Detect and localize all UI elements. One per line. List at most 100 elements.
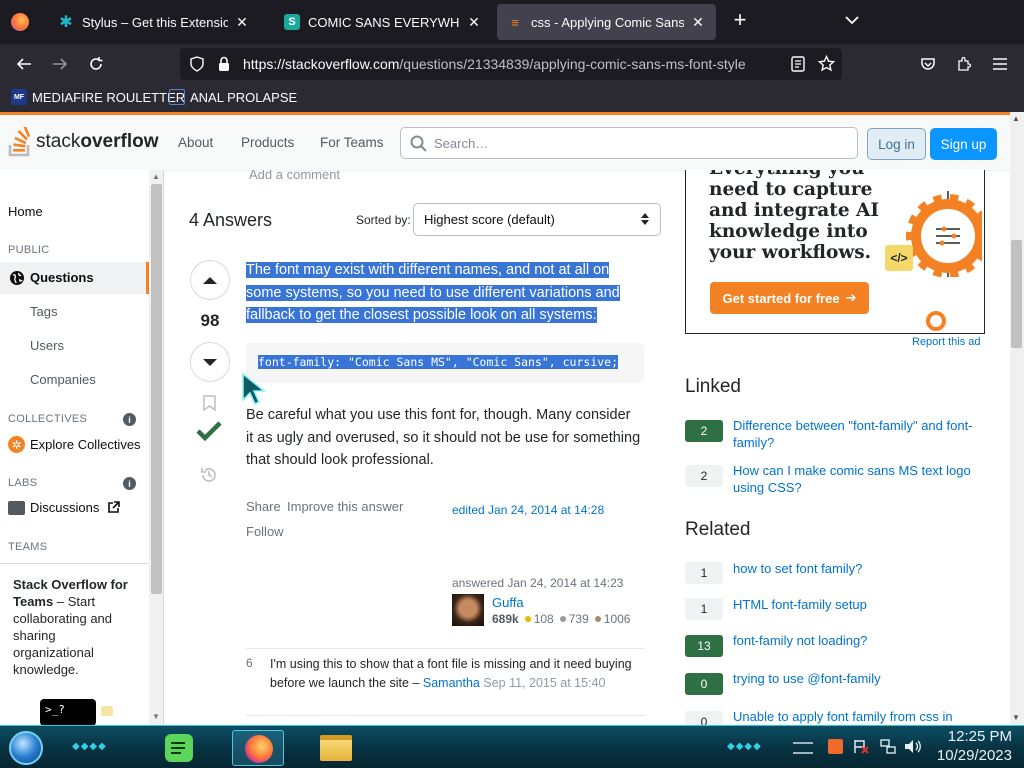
section-labs: LABS [8,477,38,489]
url-text[interactable]: https://stackoverflow.com/questions/2133… [243,56,746,72]
extensions-puzzle-icon[interactable] [952,52,976,76]
search-input[interactable]: Search… [400,127,858,159]
avatar[interactable] [452,594,484,626]
linked-score-badge: 2 [685,420,723,442]
speech-bubble-icon [101,706,113,716]
related-heading: Related [685,519,751,540]
improve-answer-link[interactable]: Improve this answer [287,499,403,514]
close-tab-icon[interactable]: ✕ [690,14,706,31]
firefox-icon [245,735,273,763]
url-host: https://stackoverflow.com [243,56,400,72]
tray-flag-icon[interactable] [853,739,869,754]
reload-icon[interactable] [84,52,108,76]
stackoverflow-logo-icon [8,127,31,157]
share-link[interactable]: Share [246,499,281,514]
ad-headline-line: Everything you [709,170,865,179]
close-tab-icon[interactable]: ✕ [234,14,250,31]
page-scrollbar-thumb[interactable] [1011,240,1022,348]
sort-select[interactable]: Highest score (default) [413,203,661,236]
stackoverflow-logo[interactable]: stackoverflow [8,127,158,157]
sign-up-button[interactable]: Sign up [930,128,997,160]
tray-orange-app-icon[interactable] [828,739,843,754]
browser-navigation-bar: https://stackoverflow.com/questions/2133… [0,44,1024,84]
logo-text-light: stack [36,131,81,152]
teams-promo: Stack Overflow for Teams – Start collabo… [0,563,149,725]
collectives-info-icon[interactable]: i [123,413,136,426]
hamburger-menu-icon[interactable] [988,52,1012,76]
related-question-link[interactable]: Unable to apply font family from css in [733,708,983,725]
nav-users[interactable]: Users [30,338,64,353]
nav-discussions[interactable]: Discussions [8,500,121,515]
scroll-up-arrow-icon[interactable]: ▲ [152,172,160,181]
page-scroll-up-icon[interactable]: ▲ [1012,114,1020,123]
log-in-button[interactable]: Log in [867,128,926,160]
labs-info-icon[interactable]: i [123,477,136,490]
comment-user-link[interactable]: Samantha [423,676,480,690]
upvote-button[interactable] [190,260,230,300]
system-clock[interactable]: 12:25 PM 10/29/2023 [937,727,1012,765]
list-all-tabs-icon[interactable] [845,12,859,28]
related-score-badge: 1 [685,562,723,584]
address-bar[interactable]: https://stackoverflow.com/questions/2133… [180,48,842,80]
tray-network-icon[interactable] [880,739,896,754]
bookmark-anal-prolapse[interactable]: ANAL PROLAPSE [169,89,297,105]
downvote-button[interactable] [190,342,230,382]
tab-stylus[interactable]: ✱ Stylus – Get this Extension for ✕ [48,4,260,40]
related-score-badge: 13 [685,635,723,657]
taskbar-app-notes-icon[interactable] [165,734,193,762]
follow-link[interactable]: Follow [246,524,284,539]
nav-explore-collectives[interactable]: ✲ Explore Collectives [8,436,141,453]
taskbar-file-explorer-icon[interactable] [320,735,352,761]
user-name-link[interactable]: Guffa [492,595,524,610]
related-question-link[interactable]: font-family not loading? [733,632,983,649]
nav-companies[interactable]: Companies [30,372,96,387]
page-scroll-down-icon[interactable]: ▼ [1012,713,1020,722]
start-orb-icon[interactable] [9,731,43,765]
linked-question-link[interactable]: Difference between "font-family" and fon… [733,417,983,451]
tab-stackoverflow[interactable]: ≡ css - Applying Comic Sans Ms ✕ [497,4,716,40]
tray-volume-icon[interactable] [904,739,922,754]
scroll-down-arrow-icon[interactable]: ▼ [152,712,160,721]
report-ad-link[interactable]: Report this ad [912,336,980,348]
nav-for-teams[interactable]: For Teams [320,135,384,150]
forward-arrow-icon[interactable] [48,52,72,76]
taskbar-deco-icon: ◆◆◆◆ [727,741,762,752]
tab-comic-sans-everywhere[interactable]: S COMIC SANS EVERYWHERE – G ✕ [274,4,492,40]
bookmark-star-icon[interactable] [817,54,836,75]
taskbar-firefox-button[interactable] [232,730,284,766]
left-nav-scrollbar-thumb[interactable] [151,184,162,594]
related-question-link[interactable]: HTML font-family setup [733,596,983,613]
linked-question-link[interactable]: How can I make comic sans MS text logo u… [733,462,983,496]
back-arrow-icon[interactable] [12,52,36,76]
bookmark-mediafire-rouletter[interactable]: MF MEDIAFIRE ROULETTER [11,89,185,105]
advertisement[interactable]: Everything you need to capture and integ… [685,170,985,334]
nav-products[interactable]: Products [241,135,294,150]
firefox-menu-icon[interactable] [11,13,29,31]
reader-view-icon[interactable] [791,56,805,75]
add-comment-link[interactable]: Add a comment [249,170,340,182]
tracking-protection-shield-icon[interactable] [190,56,204,75]
nav-about[interactable]: About [178,135,213,150]
related-score-badge: 0 [685,711,723,725]
explore-collectives-label: Explore Collectives [30,437,141,452]
downvote-arrow-icon [203,358,217,366]
section-public: PUBLIC [8,244,50,256]
tab-title: css - Applying Comic Sans Ms [531,14,684,30]
bookmark-ribbon-icon[interactable] [203,395,216,416]
nav-tags[interactable]: Tags [30,304,57,319]
related-question-link[interactable]: trying to use @font-family [733,670,983,687]
ad-headline-line: knowledge into [709,221,868,242]
related-question-link[interactable]: how to set font family? [733,560,983,577]
new-tab-icon[interactable]: + [730,9,750,31]
activity-history-icon[interactable] [200,466,218,489]
tab-title: COMIC SANS EVERYWHERE – G [308,14,460,30]
nav-questions[interactable]: Questions [0,262,149,294]
select-caret-icon [640,211,650,232]
padlock-icon[interactable] [218,56,230,75]
close-tab-icon[interactable]: ✕ [466,14,482,31]
page-scrollbar-track[interactable] [1010,112,1024,725]
nav-home[interactable]: Home [8,204,43,219]
edited-timestamp-link[interactable]: edited Jan 24, 2014 at 14:28 [452,503,604,517]
pocket-icon[interactable] [916,52,940,76]
ad-cta-button[interactable]: Get started for free ➔ [710,282,869,314]
